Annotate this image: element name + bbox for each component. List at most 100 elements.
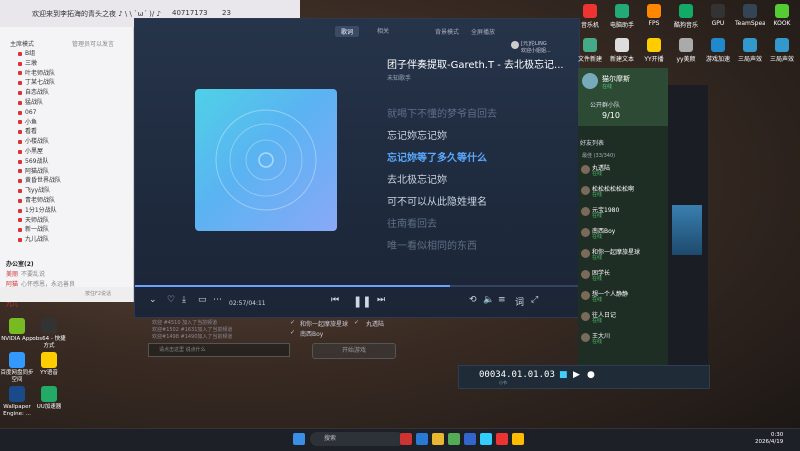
app-icon bbox=[9, 352, 25, 368]
clock-time: 0:30 bbox=[770, 432, 784, 438]
friend-row[interactable]: 松松松松松松啊 在线 bbox=[578, 183, 668, 200]
chat-line: 欢迎#1498 #1490加入了当前频道 bbox=[152, 334, 233, 340]
desktop-icon[interactable]: yy美颜 bbox=[671, 38, 701, 63]
list-item[interactable]: 小鱼 bbox=[18, 118, 128, 128]
taskbar-search[interactable]: 搜索 bbox=[310, 432, 404, 446]
list-item[interactable]: 067 bbox=[18, 108, 128, 118]
list-item[interactable]: B组 bbox=[18, 49, 128, 59]
list-item[interactable]: 青老师战队 bbox=[18, 196, 128, 206]
list-item[interactable]: 天师战队 bbox=[18, 216, 128, 226]
more-icon[interactable]: ⋯ bbox=[213, 295, 222, 305]
friend-row[interactable]: 元宝1980 在线 bbox=[578, 204, 668, 221]
prev-icon[interactable]: ⏮ bbox=[331, 295, 339, 305]
list-item[interactable]: 黄昏世界战队 bbox=[18, 176, 128, 186]
list-item[interactable]: 自恋战队 bbox=[18, 88, 128, 98]
desktop-icon[interactable]: 电脑助手 bbox=[607, 4, 637, 29]
friend-row[interactable]: 王大川 在线 bbox=[578, 330, 668, 347]
list-item[interactable]: 阿猫战队 bbox=[18, 167, 128, 177]
list-item[interactable]: 看看 bbox=[18, 127, 128, 137]
app-icon[interactable] bbox=[496, 433, 508, 445]
browser-icon[interactable] bbox=[416, 433, 428, 445]
member-count: 9/10 bbox=[602, 111, 620, 120]
desktop-icon[interactable]: UU加速器 bbox=[32, 386, 66, 411]
desktop-icon[interactable]: 游戏加速 bbox=[703, 38, 733, 63]
member-row[interactable]: 美丽 不要乱说 bbox=[6, 270, 126, 280]
app-icon[interactable] bbox=[464, 433, 476, 445]
desktop-icon[interactable]: YY语音 bbox=[32, 352, 66, 377]
friend-row[interactable]: 南西Boy 在线 bbox=[578, 225, 668, 242]
desktop-icon[interactable]: 百度网盘同步空间 bbox=[0, 352, 34, 384]
tab-lyrics[interactable]: 歌词 bbox=[335, 26, 360, 37]
volume-icon[interactable]: 🔈 bbox=[483, 295, 494, 305]
list-item[interactable]: 新一战队 bbox=[18, 225, 128, 235]
like-icon[interactable]: ♡ bbox=[167, 295, 175, 305]
mode-button[interactable]: 背景模式 bbox=[435, 27, 459, 36]
desktop-icon[interactable]: 文件新建 bbox=[575, 38, 605, 63]
playlist-icon[interactable]: ≡ bbox=[498, 295, 506, 305]
start-game-button[interactable]: 开始游戏 bbox=[312, 343, 396, 359]
desktop-icon-label: 百度网盘同步空间 bbox=[0, 370, 34, 383]
fullscreen-icon[interactable]: ⤢ bbox=[531, 295, 538, 305]
download-icon[interactable]: ⤓ bbox=[182, 295, 186, 305]
friend-row[interactable]: 丸透陆 在线 bbox=[578, 162, 668, 179]
list-item[interactable]: 猛战队 bbox=[18, 98, 128, 108]
list-item[interactable]: 飞yy战队 bbox=[18, 186, 128, 196]
app-icon[interactable] bbox=[448, 433, 460, 445]
desktop-icon[interactable]: TeamSpeak 3 bbox=[735, 4, 765, 27]
comment-icon[interactable]: ▭ bbox=[198, 295, 207, 305]
folder-icon[interactable] bbox=[432, 433, 444, 445]
progress-bar[interactable] bbox=[135, 285, 579, 287]
clock: 0:30 2026/4/19 bbox=[755, 432, 783, 446]
office-title[interactable]: 办公室(2) bbox=[6, 260, 126, 270]
desktop-icon[interactable]: Wallpaper Engine: ... bbox=[0, 386, 34, 418]
desktop-icon[interactable]: YY开播 bbox=[639, 38, 669, 63]
list-item[interactable]: 三墩 bbox=[18, 59, 128, 69]
windows-start-icon[interactable] bbox=[293, 433, 305, 445]
friend-row[interactable]: 想一个人静静 在线 bbox=[578, 288, 668, 305]
record-icon[interactable]: ● bbox=[587, 370, 595, 380]
next-icon[interactable]: ⏭ bbox=[377, 295, 385, 305]
app-icon[interactable] bbox=[480, 433, 492, 445]
queue-song[interactable]: 南西Boy bbox=[300, 329, 323, 338]
desktop-icon-label: NVIDIA App bbox=[1, 336, 33, 342]
desktop-icon[interactable]: obs64 - 快捷方式 bbox=[32, 318, 66, 350]
list-item[interactable]: 小楼战队 bbox=[18, 137, 128, 147]
list-item[interactable]: 小黑屋 bbox=[18, 147, 128, 157]
desktop-icon[interactable]: 酷狗音乐 bbox=[671, 4, 701, 29]
list-item[interactable]: 1分1分战队 bbox=[18, 206, 128, 216]
play-icon[interactable]: ▶ bbox=[573, 370, 580, 380]
mode-label[interactable]: 主席模式 bbox=[10, 39, 34, 48]
ptt-label[interactable]: 按住F2说话 bbox=[85, 290, 111, 297]
list-item[interactable]: 569战队 bbox=[18, 157, 128, 167]
desktop-icon[interactable]: NVIDIA App bbox=[0, 318, 34, 343]
desktop-icon[interactable]: 三局声效 bbox=[735, 38, 765, 63]
friend-row[interactable]: 和你一起摩旅星球 在线 bbox=[578, 246, 668, 263]
list-item[interactable]: 丁某七战队 bbox=[18, 78, 128, 88]
list-item[interactable]: 九儿战队 bbox=[18, 235, 128, 245]
desktop-icon[interactable]: GPU bbox=[703, 4, 733, 27]
profile-status: 在线 bbox=[602, 84, 613, 90]
lyrics-toggle-icon[interactable]: 词 bbox=[515, 295, 524, 308]
friend-group[interactable]: 最佳 (33/340) bbox=[582, 152, 615, 159]
friend-status: 在线 bbox=[592, 318, 603, 324]
collapse-icon[interactable]: ⌄ bbox=[149, 295, 157, 305]
pause-icon[interactable]: ❚❚ bbox=[353, 295, 371, 308]
fullscreen-button[interactable]: 全屏播放 bbox=[471, 27, 495, 36]
desktop-icon[interactable]: 三局声效 bbox=[767, 38, 797, 63]
desktop-icon-label: 文件新建 bbox=[577, 56, 602, 63]
friend-row[interactable]: 往人日记 在线 bbox=[578, 309, 668, 326]
loop-icon[interactable]: ⟲ bbox=[469, 295, 477, 305]
queue-song[interactable]: 和你一起摩旅星球 bbox=[300, 319, 348, 328]
desktop-icon[interactable]: FPS bbox=[639, 4, 669, 27]
stop-icon[interactable]: ■ bbox=[559, 370, 568, 380]
friend-row[interactable]: 困学长 在线 bbox=[578, 267, 668, 284]
channel-name[interactable]: 公开群小队 bbox=[590, 100, 620, 109]
desktop-icon[interactable]: KOOK bbox=[767, 4, 797, 27]
desktop-icon[interactable]: 新建文本 bbox=[607, 38, 637, 63]
desktop-icon[interactable]: 音乐机 bbox=[575, 4, 605, 29]
app-icon[interactable] bbox=[400, 433, 412, 445]
tab-related[interactable]: 相关 bbox=[377, 26, 389, 37]
chat-input[interactable]: 请点击这里 说点什么 bbox=[148, 343, 290, 357]
app-icon[interactable] bbox=[512, 433, 524, 445]
list-item[interactable]: 叶老师战队 bbox=[18, 69, 128, 79]
